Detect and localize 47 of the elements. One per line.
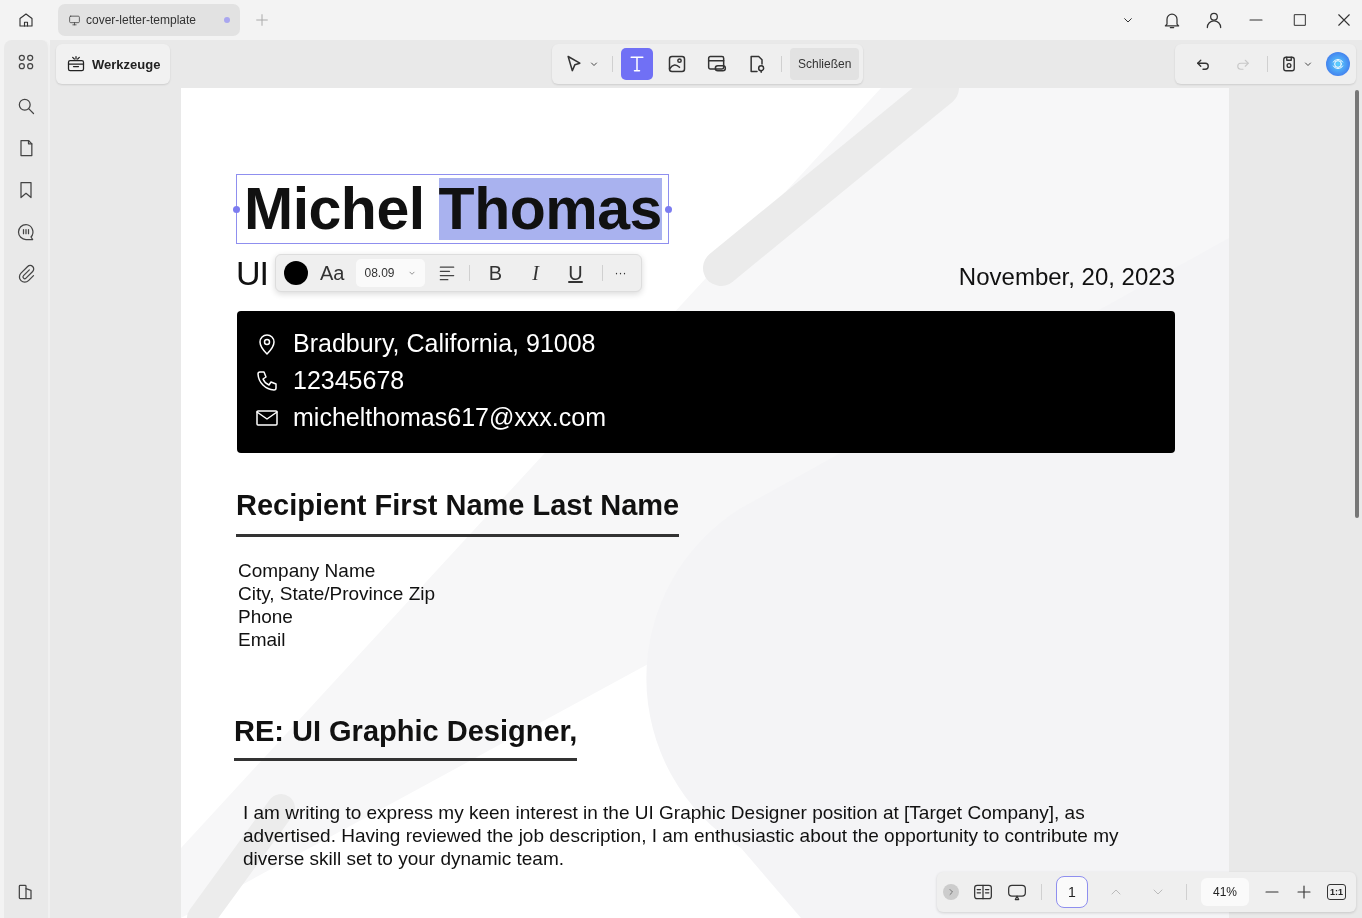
body-paragraph: I am writing to express my keen interest in the UI Graphic Designer position at [Target Company], as advertised. Having reviewed the job description, I am enthusiastic about the opportunity to contribute my diverse skill set to your dynamic team. — [243, 801, 1120, 870]
document-pin-icon — [747, 54, 767, 74]
comment-icon[interactable] — [16, 222, 36, 242]
zoom-in-icon[interactable] — [1295, 883, 1313, 901]
subtitle-text: UI — [236, 254, 268, 293]
two-page-icon[interactable] — [972, 882, 993, 902]
address-line: Email — [238, 628, 287, 651]
bold-button[interactable]: B — [481, 261, 510, 285]
name-text: Michel — [244, 178, 425, 240]
link-icon — [707, 54, 727, 74]
address-line: Company Name — [238, 559, 377, 582]
apps-icon[interactable] — [16, 52, 36, 72]
document-tab[interactable]: cover-letter-template — [58, 4, 240, 36]
phone-text: 12345678 — [293, 365, 405, 396]
monitor-icon — [68, 13, 81, 27]
text-tool-button[interactable] — [621, 48, 653, 80]
email-text: michelthomas617@xxx.com — [293, 402, 606, 433]
address-line: City, State/Province Zip — [238, 582, 437, 605]
font-size-dropdown[interactable]: 08.09 — [356, 259, 425, 287]
save-icon — [1280, 55, 1298, 73]
location-text: Bradbury, California, 91008 — [293, 328, 596, 359]
presentation-icon[interactable] — [1006, 882, 1027, 902]
selection-handle[interactable] — [664, 206, 672, 213]
assistant-icon[interactable] — [1326, 52, 1350, 76]
search-icon[interactable] — [16, 96, 36, 116]
recipient-heading: Recipient First Name Last Name — [236, 489, 680, 537]
image-icon — [667, 54, 687, 74]
address-line: Phone — [238, 605, 294, 628]
text-color-swatch[interactable] — [284, 261, 308, 285]
phone-icon — [255, 368, 279, 393]
actual-size-button[interactable]: 1:1 — [1327, 884, 1346, 900]
italic-button[interactable]: I — [521, 261, 550, 285]
zoom-level-field[interactable]: 41% — [1200, 878, 1249, 906]
more-button[interactable]: ··· — [614, 266, 627, 280]
selected-name-text: Thomas — [438, 178, 662, 240]
date-text: November, 20, 2023 — [958, 263, 1175, 291]
page-number-field[interactable]: 1 — [1055, 876, 1088, 908]
text-selection-frame[interactable]: Michel Thomas — [236, 174, 669, 244]
selection-handle[interactable] — [233, 206, 240, 213]
attachment-icon[interactable] — [16, 264, 36, 284]
text-icon — [627, 54, 647, 74]
tools-button[interactable]: Werkzeuge — [56, 44, 171, 84]
re-heading: RE: UI Graphic Designer, — [234, 715, 578, 761]
close-button[interactable]: Schließen — [790, 48, 860, 80]
font-button[interactable]: Aa — [320, 261, 345, 285]
underline-button[interactable]: U — [561, 261, 590, 285]
toolbox-icon — [66, 54, 86, 74]
